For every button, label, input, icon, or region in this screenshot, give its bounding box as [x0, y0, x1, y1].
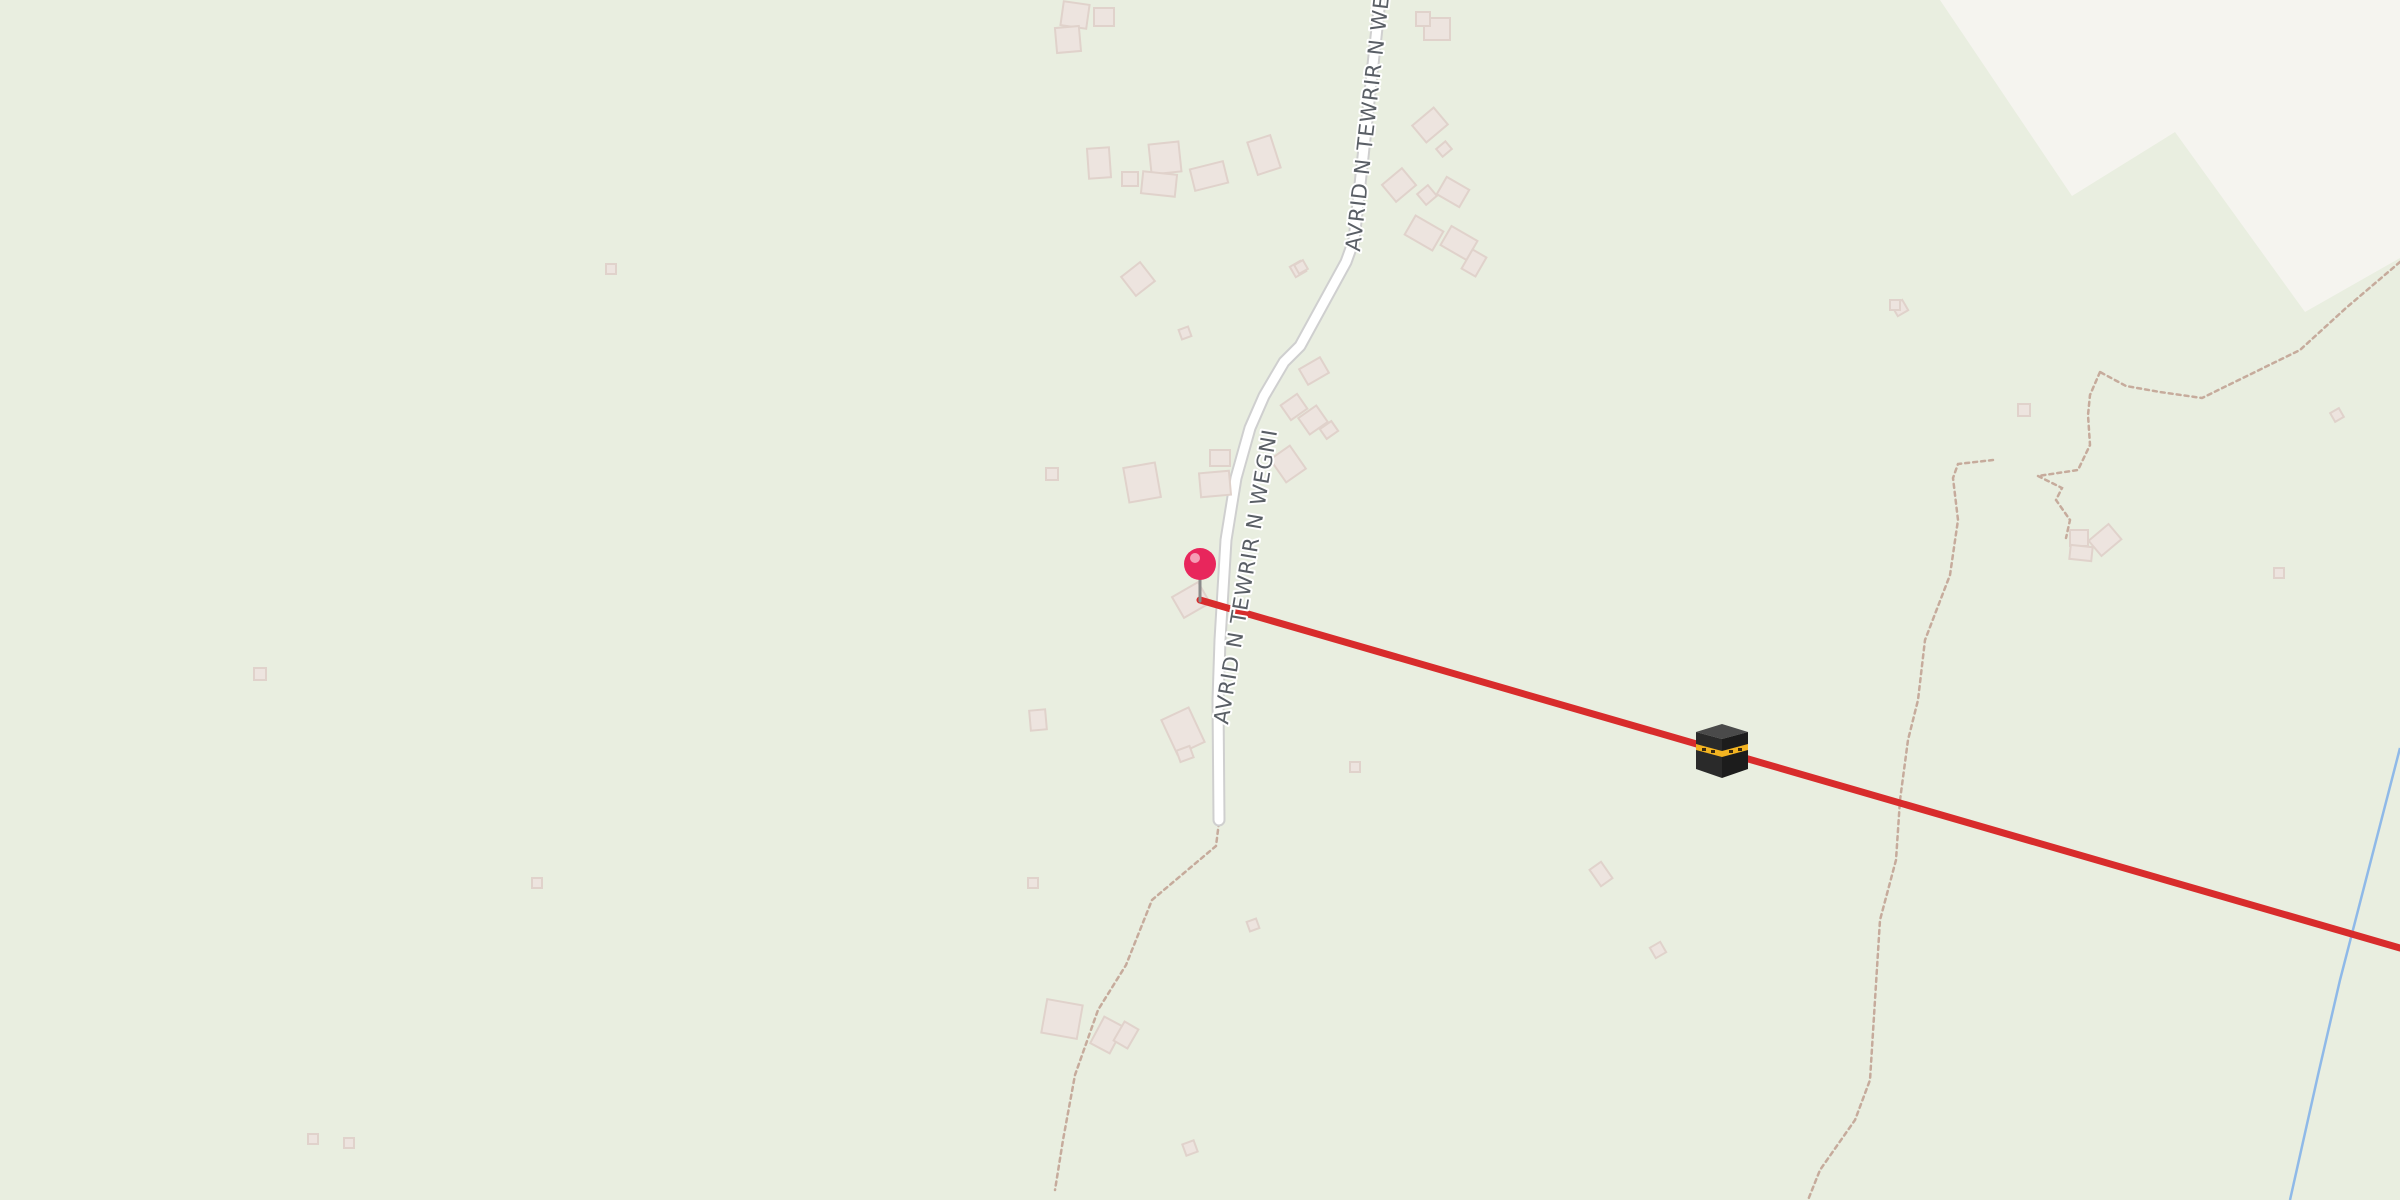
building: [1093, 7, 1115, 27]
building: [2017, 403, 2031, 417]
building: [343, 1137, 355, 1149]
kaaba-gold-detail: [1702, 748, 1706, 751]
building: [1059, 0, 1091, 30]
kaaba-gold-detail: [1711, 750, 1715, 753]
kaaba-gold-detail: [1729, 750, 1733, 753]
building: [253, 667, 267, 681]
building: [1349, 761, 1361, 773]
map-canvas[interactable]: AVRID N TEWRIR N WEGNI AVRID N TEWRIR N …: [0, 0, 2400, 1200]
building: [1122, 461, 1163, 504]
building: [2068, 543, 2094, 563]
building: [2273, 567, 2285, 579]
building: [1889, 299, 1901, 311]
building: [2069, 529, 2089, 547]
kaaba-icon[interactable]: [1696, 724, 1748, 778]
pin-head: [1184, 548, 1216, 580]
building: [1121, 171, 1139, 187]
building: [1040, 997, 1084, 1041]
building: [1415, 11, 1431, 27]
building: [1177, 325, 1193, 341]
building: [531, 877, 543, 889]
building: [1139, 170, 1179, 198]
building: [1027, 877, 1039, 889]
building: [1085, 146, 1113, 180]
kaaba-gold-detail: [1738, 748, 1742, 751]
building: [605, 263, 617, 275]
building: [1147, 140, 1183, 176]
building: [1181, 1139, 1199, 1157]
building: [1053, 24, 1083, 55]
building: [1245, 917, 1261, 933]
pin-head-shine: [1190, 553, 1200, 563]
building: [1028, 708, 1048, 732]
building: [1209, 449, 1231, 467]
building: [1045, 467, 1059, 481]
building: [307, 1133, 319, 1145]
building: [1197, 469, 1233, 499]
